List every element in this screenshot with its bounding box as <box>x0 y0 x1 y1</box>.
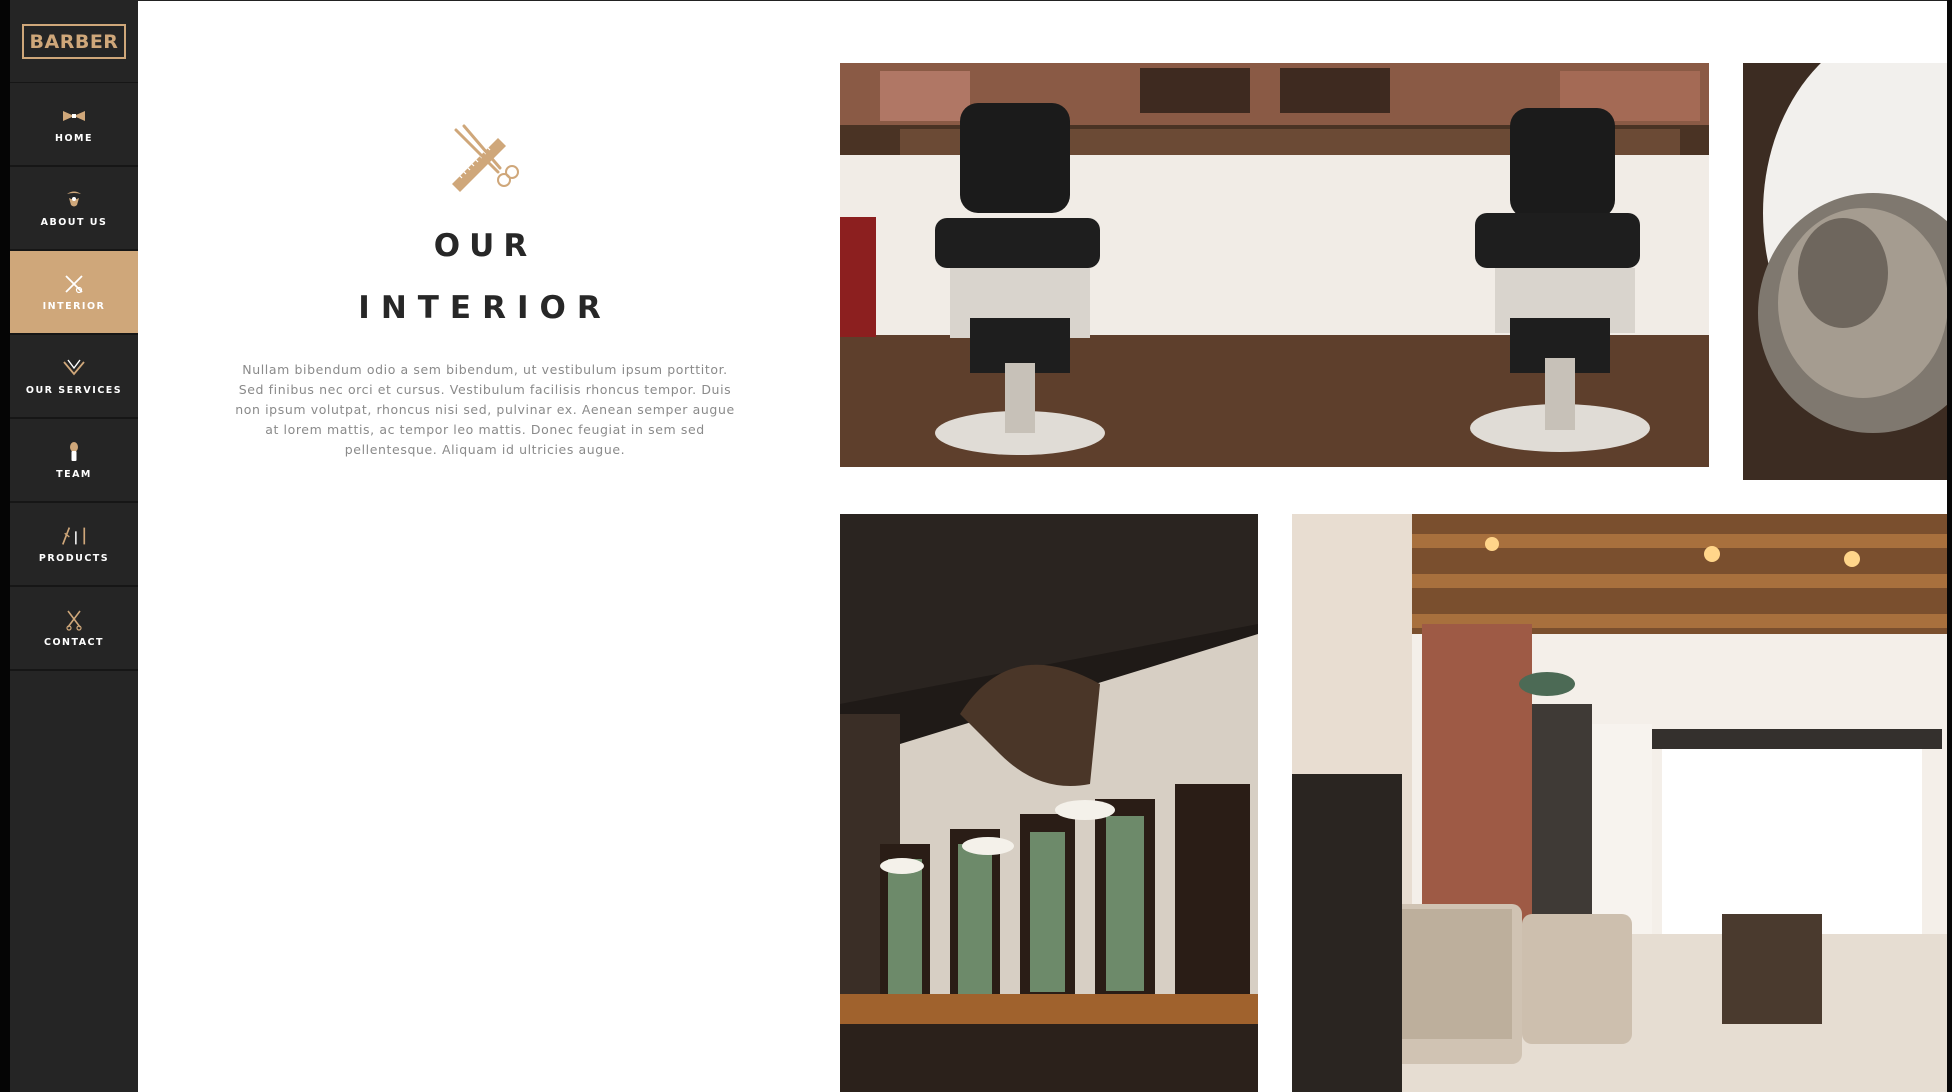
nav-item-about-us[interactable]: ABOUT US <box>10 167 138 251</box>
nav-item-products[interactable]: PRODUCTS <box>10 503 138 587</box>
section-title-line2: INTERIOR <box>358 290 612 326</box>
nav-label: CONTACT <box>43 636 105 648</box>
nav-label: ABOUT US <box>40 216 108 228</box>
razor-icon <box>60 357 88 379</box>
shaving-brush-icon <box>60 441 88 463</box>
gallery-image-barbershop-interior[interactable] <box>1292 514 1947 1092</box>
left-edge <box>0 0 10 1092</box>
scissors-icon <box>60 609 88 631</box>
gallery-image-shaving-brush[interactable] <box>1743 63 1947 480</box>
mustache-icon <box>60 189 88 211</box>
nav-label: TEAM <box>56 468 92 480</box>
logo-area[interactable]: BARBER <box>10 0 138 83</box>
logo[interactable]: BARBER <box>21 23 127 59</box>
nav-label: OUR SERVICES <box>25 384 123 396</box>
right-edge <box>1947 0 1952 1092</box>
gallery-image-barbershop-moose[interactable] <box>840 514 1258 1092</box>
sidebar: BARBER HOME ABOUT US INTERIOR OUR SERVIC… <box>10 0 138 1092</box>
tools-icon <box>60 525 88 547</box>
scissors-comb-icon <box>60 273 88 295</box>
nav-label: HOME <box>55 132 93 144</box>
scissors-comb-icon <box>440 120 530 210</box>
nav-item-home[interactable]: HOME <box>10 83 138 167</box>
top-border <box>138 0 1947 1</box>
bowtie-icon <box>60 105 88 127</box>
nav-item-interior[interactable]: INTERIOR <box>10 251 138 335</box>
section-title-line1: OUR <box>433 228 537 264</box>
nav-item-team[interactable]: TEAM <box>10 419 138 503</box>
nav-item-contact[interactable]: CONTACT <box>10 587 138 671</box>
nav-item-our-services[interactable]: OUR SERVICES <box>10 335 138 419</box>
nav-label: PRODUCTS <box>38 552 110 564</box>
section-description: Nullam bibendum odio a sem bibendum, ut … <box>235 362 735 457</box>
gallery-image-barber-chairs[interactable] <box>840 63 1709 467</box>
nav-label: INTERIOR <box>42 300 106 312</box>
interior-intro: OUR INTERIOR Nullam bibendum odio a sem … <box>220 120 750 460</box>
